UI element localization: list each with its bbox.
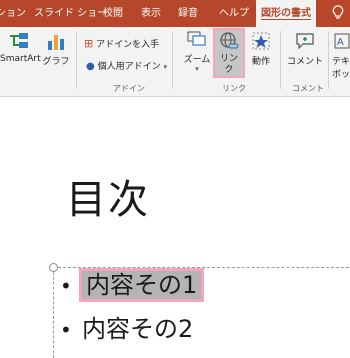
textbox-label-line1: テキ: [332, 57, 350, 67]
tab-review[interactable]: 校閲: [103, 0, 123, 27]
comment-button[interactable]: コメント: [286, 31, 324, 67]
link-label-line1: リン: [219, 54, 238, 64]
get-addins-label: アドインを入手: [96, 40, 160, 50]
bullet-item[interactable]: • 内容その2: [60, 312, 193, 346]
bullet-item[interactable]: • 内容その1: [60, 268, 205, 302]
separator: [172, 31, 173, 89]
bullet-text[interactable]: 内容その2: [82, 315, 193, 343]
link-button[interactable]: リン ク: [213, 28, 245, 78]
zoom-icon: [187, 31, 206, 46]
separator: [280, 31, 281, 89]
chevron-down-icon: ▾: [195, 65, 199, 73]
action-star-icon: [252, 32, 270, 50]
textbox-button[interactable]: A テキ ボッ: [332, 31, 350, 80]
tab-shape-format[interactable]: 図形の書式: [256, 0, 316, 27]
resize-handle[interactable]: [49, 263, 58, 272]
smartart-label: SmartArt: [0, 54, 41, 64]
chevron-down-icon: ▾: [163, 63, 168, 71]
my-addins-label: 個人用アドイン: [97, 62, 161, 72]
ribbon: SmartArt グラフ ⊞ アドインを入手 ● 個人用アドイン ▾ アドイン …: [0, 27, 350, 97]
smartart-icon: [10, 33, 28, 48]
tab-transitions[interactable]: ション: [0, 0, 26, 27]
comment-label: コメント: [286, 57, 323, 67]
textbox-icon: A: [334, 33, 350, 49]
my-addins-button[interactable]: ● 個人用アドイン ▾: [86, 59, 167, 72]
addins-group-label: アドイン: [113, 84, 145, 93]
link-label-line2: ク: [224, 65, 234, 75]
link-group-label: リンク: [222, 84, 246, 93]
person-icon: ●: [86, 61, 95, 72]
action-button[interactable]: 動作: [248, 31, 274, 67]
selected-bullet-text[interactable]: 内容その1: [78, 268, 205, 302]
bullet-icon: •: [60, 274, 72, 298]
textbox-label-line2: ボッ: [332, 70, 350, 80]
slide-title[interactable]: 目次: [66, 167, 150, 225]
tab-slideshow[interactable]: スライド ショー: [34, 0, 107, 27]
get-addins-button[interactable]: ⊞ アドインを入手: [84, 37, 159, 50]
addins-grid-icon: ⊞: [84, 37, 94, 50]
ribbon-tab-bar: ション スライド ショー 校閲 表示 録音 ヘルプ 図形の書式: [0, 0, 350, 27]
smartart-button[interactable]: SmartArt: [0, 31, 41, 64]
zoom-button[interactable]: ズーム ▾: [182, 29, 212, 73]
comment-icon: [296, 33, 314, 50]
chart-button[interactable]: グラフ: [42, 31, 70, 67]
comment-group-label: コメント: [292, 84, 324, 93]
bar-chart-icon: [48, 35, 64, 50]
lightbulb-icon[interactable]: [327, 0, 349, 27]
zoom-label: ズーム: [183, 55, 211, 65]
link-globe-icon: [220, 32, 239, 49]
tab-view[interactable]: 表示: [141, 0, 161, 27]
chart-label: グラフ: [42, 57, 70, 67]
slide-canvas[interactable]: 目次 • 内容その1 • 内容その2: [0, 97, 350, 358]
tab-help[interactable]: ヘルプ: [219, 0, 249, 27]
action-label: 動作: [251, 57, 270, 67]
bullet-icon: •: [60, 318, 72, 342]
separator: [328, 31, 329, 89]
separator: [76, 31, 77, 89]
svg-text:A: A: [337, 37, 344, 48]
tab-record[interactable]: 録音: [178, 0, 198, 27]
